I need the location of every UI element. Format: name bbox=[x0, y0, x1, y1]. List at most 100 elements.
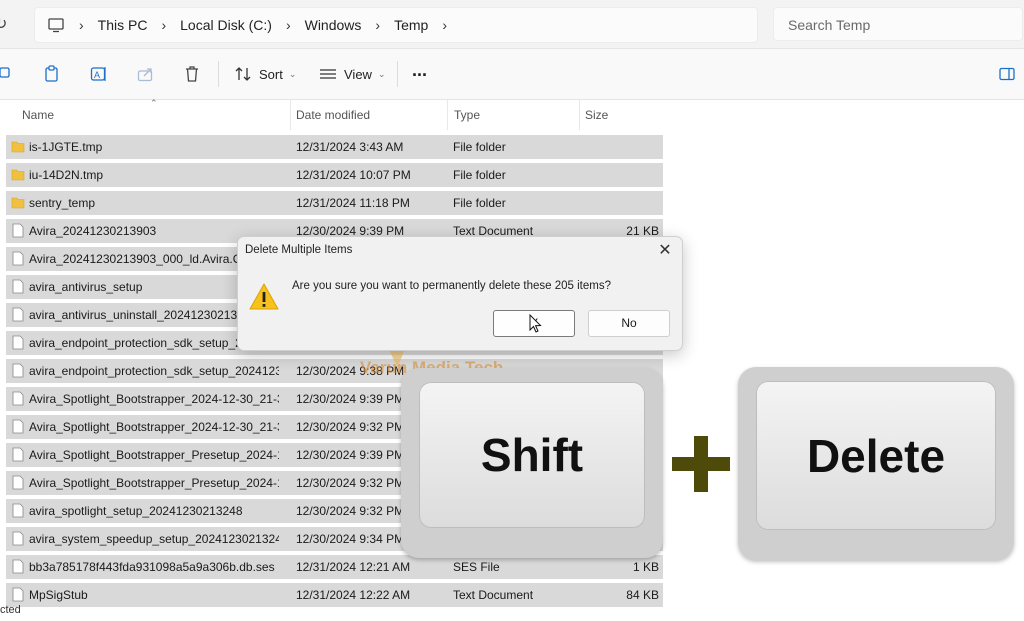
dialog-title: Delete Multiple Items bbox=[245, 244, 353, 256]
copy-icon[interactable] bbox=[0, 65, 12, 83]
folder-icon bbox=[11, 141, 25, 153]
dialog-message: Are you sure you want to permanently del… bbox=[292, 280, 611, 292]
table-row[interactable]: is-1JGTE.tmp 12/31/2024 3:43 AM File folde… bbox=[6, 135, 663, 159]
crumb-local-disk[interactable]: Local Disk (C:) bbox=[180, 17, 272, 33]
file-icon bbox=[12, 419, 24, 434]
sort-ascending-icon: ⌃ bbox=[150, 98, 158, 108]
file-icon bbox=[12, 447, 24, 462]
shift-key: Shift bbox=[401, 368, 663, 558]
view-icon bbox=[320, 69, 336, 79]
file-name: iu-14D2N.tmp bbox=[29, 168, 104, 182]
column-divider[interactable] bbox=[290, 100, 291, 130]
divider bbox=[218, 61, 219, 87]
file-icon bbox=[12, 251, 24, 266]
file-icon bbox=[12, 531, 24, 546]
file-icon bbox=[12, 363, 24, 378]
column-header: Name ⌃ Date modified Type Size bbox=[0, 98, 666, 130]
file-name: avira_endpoint_protection_sdk_setup_2024… bbox=[29, 364, 279, 378]
this-pc-icon[interactable] bbox=[47, 16, 65, 34]
delete-key: Delete bbox=[738, 367, 1014, 560]
view-button[interactable]: View ⌄ bbox=[319, 65, 386, 83]
file-name: avira_spotlight_setup_20241230213248 bbox=[29, 504, 243, 518]
chevron-right-icon[interactable]: › bbox=[161, 17, 166, 33]
file-date: 12/30/2024 9:34 PM bbox=[296, 532, 405, 546]
delete-key-label: Delete bbox=[756, 381, 996, 530]
file-name: Avira_Spotlight_Bootstrapper_Presetup_20… bbox=[29, 476, 279, 490]
paste-icon[interactable] bbox=[44, 65, 60, 83]
file-type: File folder bbox=[453, 140, 506, 154]
file-icon bbox=[12, 475, 24, 490]
file-name: bb3a785178f443fda931098a5a9a306b.db.ses bbox=[29, 560, 275, 574]
file-date: 12/30/2024 9:32 PM bbox=[296, 504, 405, 518]
column-name[interactable]: Name bbox=[22, 108, 54, 122]
chevron-right-icon[interactable]: › bbox=[442, 17, 447, 33]
file-icon bbox=[12, 335, 24, 350]
table-row[interactable]: sentry_temp 12/31/2024 11:18 PM File folde… bbox=[6, 191, 663, 215]
share-icon[interactable] bbox=[137, 65, 155, 83]
breadcrumb[interactable]: › This PC › Local Disk (C:) › Windows › … bbox=[34, 7, 758, 43]
refresh-icon[interactable]: ↻ bbox=[0, 14, 7, 34]
delete-dialog: Delete Multiple Items ✕ Are you sure you… bbox=[237, 236, 683, 351]
file-icon bbox=[12, 559, 24, 574]
details-pane-icon[interactable] bbox=[999, 65, 1015, 83]
sort-button[interactable]: Sort ⌄ bbox=[234, 65, 296, 83]
warning-icon bbox=[249, 283, 279, 310]
chevron-right-icon[interactable]: › bbox=[286, 17, 291, 33]
table-row[interactable]: iu-14D2N.tmp 12/31/2024 10:07 PM File fold… bbox=[6, 163, 663, 187]
file-name: is-1JGTE.tmp bbox=[29, 140, 103, 154]
column-date[interactable]: Date modified bbox=[296, 108, 370, 122]
file-type: Text Document bbox=[453, 588, 534, 602]
divider bbox=[397, 61, 398, 87]
column-divider[interactable] bbox=[579, 100, 580, 130]
file-name: MpSigStub bbox=[29, 588, 88, 602]
file-icon bbox=[12, 391, 24, 406]
file-date: 12/31/2024 10:07 PM bbox=[296, 168, 411, 182]
file-date: 12/31/2024 11:18 PM bbox=[296, 196, 410, 210]
file-icon bbox=[12, 307, 24, 322]
close-button[interactable]: ✕ bbox=[656, 240, 674, 260]
svg-text:A: A bbox=[94, 70, 100, 80]
file-date: 12/30/2024 9:32 PM bbox=[296, 476, 405, 490]
file-date: 12/31/2024 12:21 AM bbox=[296, 560, 411, 574]
folder-icon bbox=[11, 169, 25, 181]
file-date: 12/30/2024 9:39 PM bbox=[296, 392, 405, 406]
folder-icon bbox=[11, 197, 25, 209]
crumb-windows[interactable]: Windows bbox=[305, 17, 362, 33]
sort-label: Sort bbox=[259, 66, 283, 82]
status-bar-text: cted bbox=[0, 604, 21, 616]
chevron-right-icon[interactable]: › bbox=[375, 17, 380, 33]
more-options-button[interactable]: ... bbox=[412, 60, 427, 80]
file-date: 12/30/2024 9:39 PM bbox=[296, 448, 405, 462]
view-label: View bbox=[344, 66, 372, 82]
shift-key-label: Shift bbox=[419, 382, 645, 528]
file-name: Avira_Spotlight_Bootstrapper_2024-12-30_… bbox=[29, 392, 279, 406]
file-type: File folder bbox=[453, 168, 506, 182]
file-size: 84 KB bbox=[626, 588, 659, 602]
no-button[interactable]: No bbox=[588, 310, 670, 337]
plus-icon bbox=[672, 436, 730, 492]
file-icon bbox=[12, 223, 24, 238]
chevron-down-icon: ⌄ bbox=[288, 68, 297, 79]
crumb-temp[interactable]: Temp bbox=[394, 17, 428, 33]
file-date: 12/30/2024 9:32 PM bbox=[296, 420, 405, 434]
search-input[interactable]: Search Temp bbox=[773, 7, 1023, 41]
file-icon bbox=[12, 279, 24, 294]
file-icon bbox=[12, 503, 24, 518]
column-type[interactable]: Type bbox=[454, 108, 480, 122]
file-name: Avira_Spotlight_Bootstrapper_Presetup_20… bbox=[29, 448, 279, 462]
file-icon bbox=[12, 587, 24, 602]
chevron-right-icon[interactable]: › bbox=[79, 17, 84, 33]
table-row[interactable]: MpSigStub 12/31/2024 12:22 AM Text Documen… bbox=[6, 583, 663, 607]
column-size[interactable]: Size bbox=[585, 108, 608, 122]
chevron-down-icon: ⌄ bbox=[377, 68, 386, 79]
delete-icon[interactable] bbox=[184, 65, 200, 83]
address-bar: ↻ › This PC › Local Disk (C:) › Windows … bbox=[0, 0, 1024, 49]
column-divider[interactable] bbox=[447, 100, 448, 130]
file-size: 1 KB bbox=[632, 560, 659, 574]
rename-icon[interactable]: A bbox=[90, 65, 108, 83]
mouse-cursor-icon bbox=[529, 314, 542, 333]
table-row[interactable]: bb3a785178f443fda931098a5a9a306b.db.ses 1… bbox=[6, 555, 663, 579]
file-date: 12/31/2024 3:43 AM bbox=[296, 140, 404, 154]
crumb-this-pc[interactable]: This PC bbox=[98, 17, 148, 33]
file-type: File folder bbox=[453, 196, 506, 210]
